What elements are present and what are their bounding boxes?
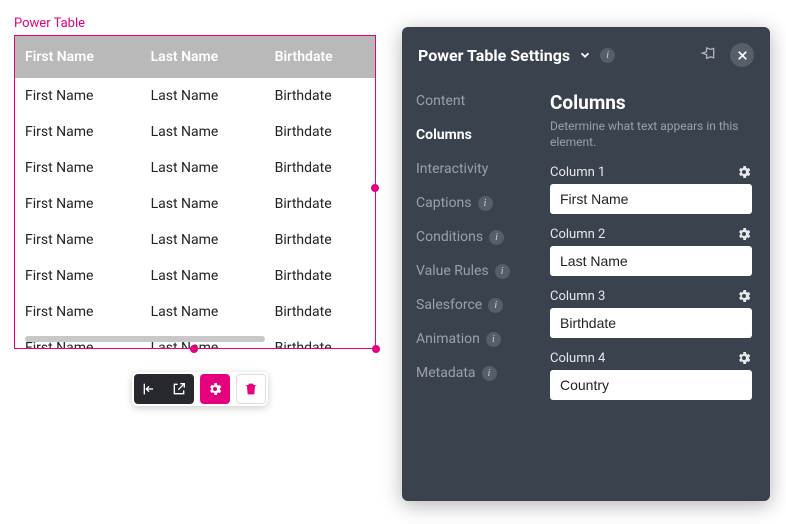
nav-item-label: Captions [416,195,472,211]
power-table[interactable]: First NameLast NameBirthdate First NameL… [14,35,376,349]
table-label: Power Table [14,16,85,31]
settings-header: Power Table Settings i [402,27,770,83]
nav-item-content[interactable]: Content [416,93,542,109]
column-label: Column 2 [550,227,605,242]
column-input[interactable] [550,246,752,276]
open-external-button[interactable] [164,374,194,404]
table-cell: Last Name [141,78,265,114]
table-row[interactable]: First NameLast NameBirthdate [15,150,375,186]
settings-button[interactable] [200,374,230,404]
column-header[interactable]: Last Name [141,36,265,78]
nav-item-label: Content [416,93,465,109]
columns-heading: Columns [550,91,752,114]
table-cell: Birthdate [265,330,375,349]
nav-item-label: Columns [416,127,472,143]
nav-item-salesforce[interactable]: Salesforce i [416,297,542,313]
gear-icon[interactable] [736,288,752,304]
delete-button[interactable] [236,374,266,404]
nav-item-conditions[interactable]: Conditions i [416,229,542,245]
table-row[interactable]: First NameLast NameBirthdate [15,78,375,114]
column-label: Column 3 [550,289,605,304]
column-config-row: Column 1 [550,164,752,214]
table-cell: Birthdate [265,78,375,114]
pin-icon[interactable] [694,41,722,69]
column-label: Column 1 [550,165,605,180]
horizontal-scrollbar[interactable] [25,336,265,342]
table-cell: Last Name [141,150,265,186]
table-cell: Birthdate [265,150,375,186]
table-cell: First Name [15,258,141,294]
settings-nav: ContentColumnsInteractivityCaptionsiCond… [402,83,542,501]
toolbar-group [134,374,194,404]
data-table: First NameLast NameBirthdate First NameL… [15,36,375,349]
info-icon[interactable]: i [488,298,503,313]
table-row[interactable]: First NameLast NameBirthdate [15,222,375,258]
info-icon[interactable]: i [489,230,504,245]
column-label: Column 4 [550,351,605,366]
nav-item-animation[interactable]: Animation i [416,331,542,347]
table-cell: Birthdate [265,186,375,222]
table-row[interactable]: First NameLast NameBirthdate [15,258,375,294]
table-row[interactable]: First NameLast NameBirthdate [15,114,375,150]
chevron-down-icon[interactable] [578,48,592,62]
table-cell: First Name [15,222,141,258]
table-row[interactable]: First NameLast NameBirthdate [15,294,375,330]
element-toolbar [132,372,268,406]
nav-item-value-rules[interactable]: Value Rules i [416,263,542,279]
column-config-row: Column 4 [550,350,752,400]
column-header[interactable]: Birthdate [265,36,375,78]
column-config-row: Column 2 [550,226,752,276]
table-cell: First Name [15,114,141,150]
column-input[interactable] [550,370,752,400]
nav-item-interactivity[interactable]: Interactivity [416,161,542,177]
column-config-row: Column 3 [550,288,752,338]
table-cell: Last Name [141,222,265,258]
close-icon[interactable] [730,43,754,67]
table-cell: Last Name [141,186,265,222]
info-icon[interactable]: i [482,366,497,381]
selection-handle-right[interactable] [371,184,379,192]
settings-title: Power Table Settings [418,46,570,65]
gear-icon[interactable] [736,350,752,366]
selection-handle-bottom-right[interactable] [372,345,380,353]
nav-item-captions[interactable]: Captions i [416,195,542,211]
nav-item-label: Interactivity [416,161,488,177]
table-cell: First Name [15,186,141,222]
settings-content: Columns Determine what text appears in t… [542,83,770,501]
table-cell: Birthdate [265,114,375,150]
table-cell: First Name [15,78,141,114]
table-cell: Birthdate [265,222,375,258]
info-icon[interactable]: i [495,264,510,279]
nav-item-columns[interactable]: Columns [416,127,542,143]
table-cell: Last Name [141,114,265,150]
table-cell: Birthdate [265,294,375,330]
nav-item-label: Animation [416,331,480,347]
nav-item-label: Metadata [416,365,476,381]
selection-handle-bottom[interactable] [190,345,198,353]
column-input[interactable] [550,184,752,214]
info-icon[interactable]: i [486,332,501,347]
column-header[interactable]: First Name [15,36,141,78]
column-input[interactable] [550,308,752,338]
gear-icon[interactable] [736,164,752,180]
nav-item-metadata[interactable]: Metadata i [416,365,542,381]
table-cell: Last Name [141,258,265,294]
table-cell: Last Name [141,294,265,330]
table-cell: First Name [15,150,141,186]
table-cell: Birthdate [265,258,375,294]
nav-item-label: Conditions [416,229,483,245]
settings-panel: Power Table Settings i Content Columns Int… [402,27,770,501]
nav-item-label: Value Rules [416,263,489,279]
columns-subtitle: Determine what text appears in this elem… [550,118,752,150]
info-icon[interactable]: i [478,196,493,211]
table-cell: First Name [15,294,141,330]
gear-icon[interactable] [736,226,752,242]
align-button[interactable] [134,374,164,404]
table-row[interactable]: First NameLast NameBirthdate [15,186,375,222]
info-icon[interactable]: i [600,48,615,63]
nav-item-label: Salesforce [416,297,482,313]
